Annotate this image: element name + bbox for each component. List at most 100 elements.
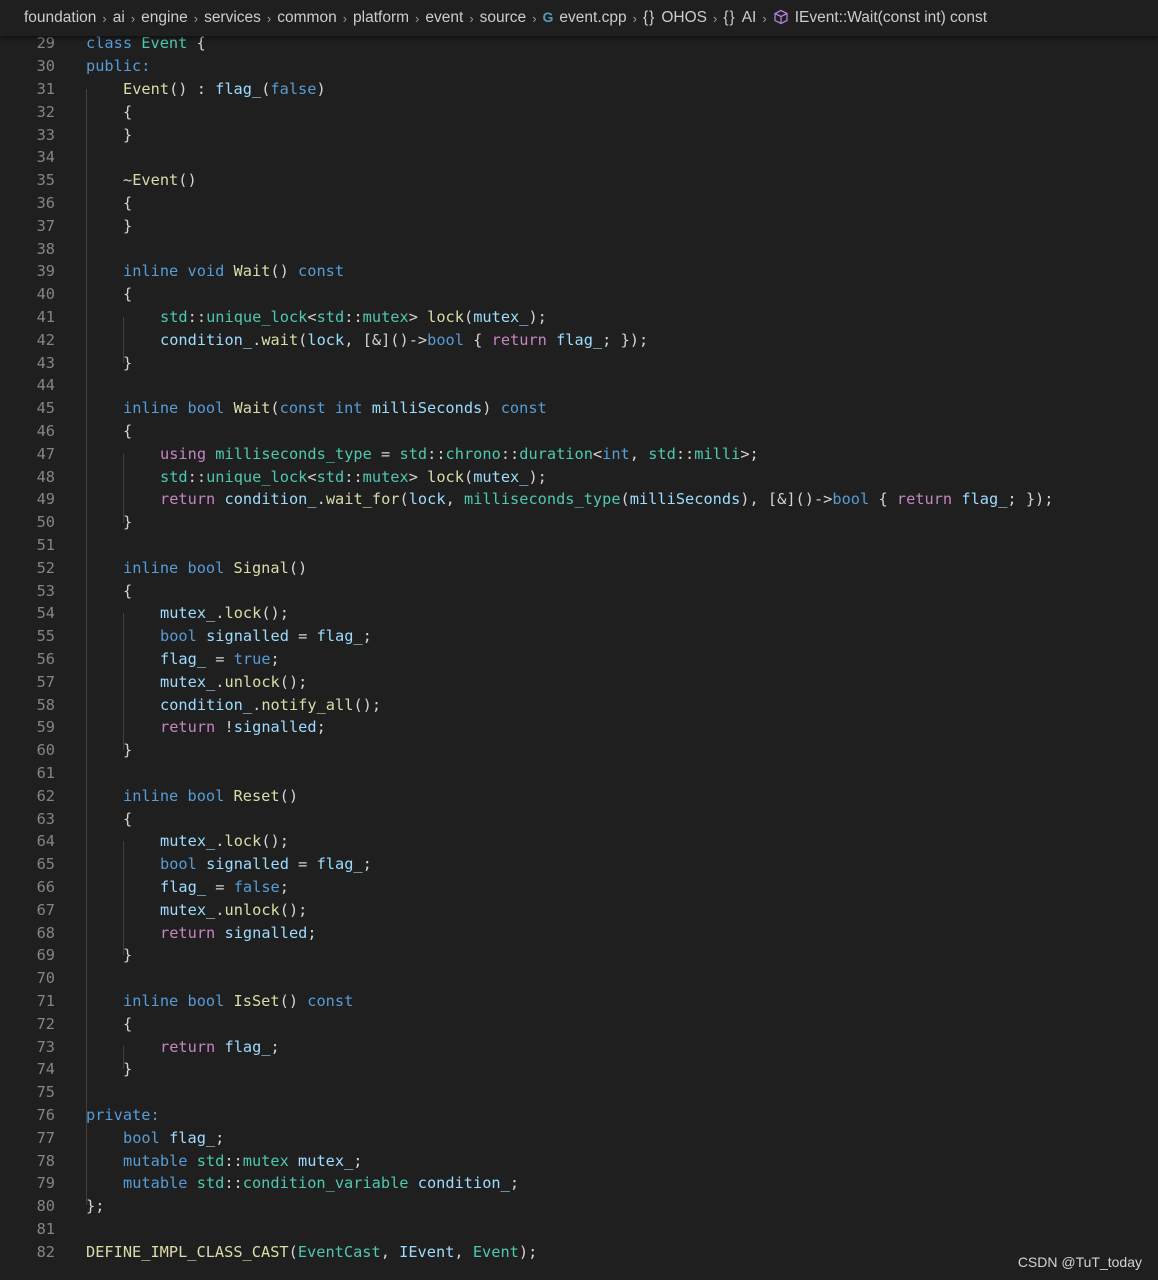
code-text: }: [123, 352, 132, 375]
code-line[interactable]: 31 Event() : flag_(false): [0, 78, 1158, 101]
breadcrumb-item[interactable]: Gevent.cpp: [543, 9, 627, 27]
code-line[interactable]: 48 std::unique_lock<std::mutex> lock(mute…: [0, 466, 1158, 489]
code-line[interactable]: 32 {: [0, 101, 1158, 124]
code-line[interactable]: 35 ~Event(): [0, 169, 1158, 192]
code-line[interactable]: 70: [0, 967, 1158, 990]
code-line[interactable]: 64 mutex_.lock();: [0, 830, 1158, 853]
code-token: ();: [261, 832, 289, 851]
code-line[interactable]: 42 condition_.wait(lock, [&]()->bool { re…: [0, 329, 1158, 352]
code-line[interactable]: 60}: [0, 739, 1158, 762]
line-number: 60: [36, 741, 55, 760]
code-line[interactable]: 69}: [0, 944, 1158, 967]
code-line[interactable]: 61: [0, 762, 1158, 785]
breadcrumb-item[interactable]: event: [425, 9, 463, 27]
breadcrumb: foundation › ai › engine › services › common › pla…: [0, 0, 1158, 36]
code-line[interactable]: 33}: [0, 124, 1158, 147]
code-line[interactable]: 50}: [0, 511, 1158, 534]
code-line[interactable]: 59 return !signalled;: [0, 716, 1158, 739]
code-line[interactable]: 65 bool signalled = flag_;: [0, 853, 1158, 876]
line-number: 45: [36, 399, 55, 418]
code-line[interactable]: 53 {: [0, 580, 1158, 603]
code-token: >;: [740, 444, 759, 463]
breadcrumb-item[interactable]: foundation: [24, 9, 96, 27]
code-line[interactable]: 76 private:: [0, 1104, 1158, 1127]
breadcrumb-item[interactable]: {} OHOS: [643, 9, 707, 27]
code-line[interactable]: 51: [0, 534, 1158, 557]
code-line[interactable]: 34: [0, 146, 1158, 169]
breadcrumb-item[interactable]: common: [277, 9, 336, 27]
breadcrumb-item[interactable]: ai: [113, 9, 125, 27]
code-token: class: [86, 34, 133, 53]
line-number: 32: [36, 102, 55, 121]
code-line[interactable]: 49 return condition_.wait_for(lock, milli…: [0, 488, 1158, 511]
code-token: =: [288, 855, 317, 874]
code-line[interactable]: 43}: [0, 352, 1158, 375]
breadcrumb-item[interactable]: IEvent::Wait(const int) const: [773, 9, 987, 27]
line-number: 55: [36, 627, 55, 646]
code-line[interactable]: 45 inline bool Wait(const int milliSecond…: [0, 397, 1158, 420]
code-token: milli: [694, 444, 741, 463]
breadcrumb-item[interactable]: source: [480, 9, 527, 27]
breadcrumb-item[interactable]: engine: [141, 9, 188, 27]
code-line[interactable]: 81: [0, 1218, 1158, 1241]
code-token: <: [307, 467, 317, 486]
code-line[interactable]: 79 mutable std::condition_variable condit…: [0, 1172, 1158, 1195]
code-line[interactable]: 54 mutex_.lock();: [0, 602, 1158, 625]
code-token: lock: [408, 490, 446, 509]
code-token: std: [160, 307, 188, 326]
code-line[interactable]: 74}: [0, 1058, 1158, 1081]
code-line[interactable]: 57 mutex_.unlock();: [0, 671, 1158, 694]
breadcrumb-label: engine: [141, 9, 188, 26]
code-line[interactable]: 56 flag_ = true;: [0, 648, 1158, 671]
line-number: 72: [36, 1014, 55, 1033]
code-token: int: [602, 444, 630, 463]
breadcrumb-item[interactable]: {} AI: [723, 9, 756, 27]
code-line[interactable]: 73 return flag_;: [0, 1036, 1158, 1059]
code-line[interactable]: 63 {: [0, 808, 1158, 831]
code-line[interactable]: 44: [0, 374, 1158, 397]
code-line[interactable]: 78 mutable std::mutex mutex_;: [0, 1150, 1158, 1173]
code-line[interactable]: 68 return signalled;: [0, 922, 1158, 945]
code-line[interactable]: 55 bool signalled = flag_;: [0, 625, 1158, 648]
code-line[interactable]: 41 std::unique_lock<std::mutex> lock(mute…: [0, 306, 1158, 329]
code-line[interactable]: 40 {: [0, 283, 1158, 306]
code-line[interactable]: 62 inline bool Reset(): [0, 785, 1158, 808]
code-token: std: [196, 1174, 225, 1193]
line-number: 57: [36, 672, 55, 691]
breadcrumb-item[interactable]: services: [204, 9, 261, 27]
code-token: bool: [160, 855, 197, 874]
code-text: }: [123, 215, 132, 238]
code-token: inline: [123, 991, 179, 1010]
code-line[interactable]: 36 {: [0, 192, 1158, 215]
code-line[interactable]: 82 DEFINE_IMPL_CLASS_CAST(EventCast, IEve…: [0, 1241, 1158, 1264]
code-line[interactable]: 39 inline void Wait() const: [0, 260, 1158, 283]
code-line[interactable]: 67 mutex_.unlock();: [0, 899, 1158, 922]
code-token: inline: [123, 399, 179, 418]
breadcrumb-item[interactable]: platform: [353, 9, 409, 27]
code-token: Event: [472, 1242, 519, 1261]
code-token: (): [178, 171, 197, 190]
code-line[interactable]: 75: [0, 1081, 1158, 1104]
code-line[interactable]: 80};: [0, 1195, 1158, 1218]
code-line[interactable]: 38: [0, 238, 1158, 261]
code-line[interactable]: 77 bool flag_;: [0, 1127, 1158, 1150]
code-line[interactable]: 47 using milliseconds_type = std::chrono:…: [0, 443, 1158, 466]
code-line[interactable]: 30 public:: [0, 55, 1158, 78]
code-line[interactable]: 58 condition_.notify_all();: [0, 694, 1158, 717]
cpp-file-icon: G: [542, 9, 554, 25]
code-line[interactable]: 37}: [0, 215, 1158, 238]
code-text: inline void Wait() const: [123, 260, 344, 283]
code-editor[interactable]: 28namespace AI {29class Event {30public:…: [0, 0, 1158, 1280]
code-text: {: [123, 283, 132, 306]
code-text: public:: [86, 55, 150, 78]
code-line[interactable]: 46 {: [0, 420, 1158, 443]
code-token: true: [233, 649, 271, 668]
line-number: 79: [36, 1174, 55, 1193]
code-line[interactable]: 72 {: [0, 1013, 1158, 1036]
code-token: return: [160, 490, 216, 509]
code-text: {: [123, 101, 132, 124]
code-line[interactable]: 71 inline bool IsSet() const: [0, 990, 1158, 1013]
code-line[interactable]: 66 flag_ = false;: [0, 876, 1158, 899]
code-line[interactable]: 52 inline bool Signal(): [0, 557, 1158, 580]
